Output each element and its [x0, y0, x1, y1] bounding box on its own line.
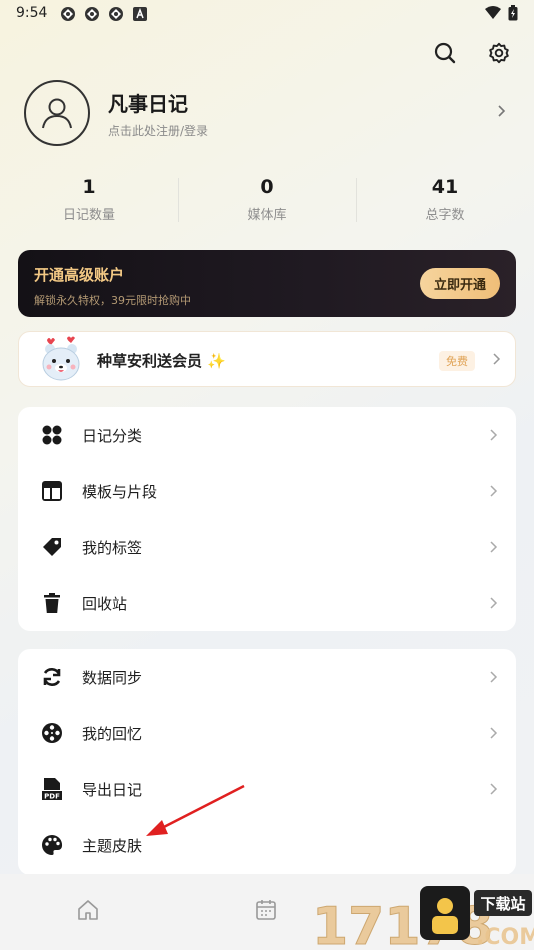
premium-banner[interactable]: 开通高级账户 解锁永久特权，39元限时抢购中 立即开通: [18, 250, 516, 317]
film-reel-icon: [40, 721, 64, 745]
menu-item-label: 导出日记: [82, 781, 143, 799]
menu-item-templates[interactable]: 模板与片段: [18, 463, 516, 519]
user-icon: [42, 98, 72, 129]
app-notification-icon: [109, 7, 123, 21]
menu-item-label: 回收站: [82, 595, 128, 613]
stat-value: 0: [260, 176, 274, 198]
free-badge: 免费: [439, 351, 475, 371]
battery-icon: [508, 5, 518, 21]
search-button[interactable]: [430, 38, 460, 68]
menu-item-diary-categories[interactable]: 日记分类: [18, 407, 516, 463]
chevron-right-icon: [490, 597, 498, 609]
chevron-right-icon: [490, 541, 498, 553]
stat-word-count[interactable]: 41 总字数: [356, 176, 534, 228]
tag-icon: [40, 535, 64, 559]
grid-icon: [40, 423, 64, 447]
stat-media-library[interactable]: 0 媒体库: [178, 176, 356, 228]
menu-item-label: 日记分类: [82, 427, 143, 445]
pdf-icon: PDF: [40, 777, 64, 801]
menu-card-library: 日记分类 模板与片段 我的标签 回收站: [18, 407, 516, 631]
watermark-domain: .COM: [476, 925, 534, 950]
annotation-arrow-icon: [146, 784, 245, 836]
site-watermark: 17178 下载站 .COM: [312, 882, 534, 950]
menu-item-label: 我的回忆: [82, 725, 143, 743]
chevron-right-icon: [490, 783, 498, 795]
tab-home[interactable]: [76, 898, 100, 926]
notification-icons: [60, 6, 148, 22]
profile-name: 凡事日记: [108, 92, 188, 116]
stat-diary-count[interactable]: 1 日记数量: [0, 176, 178, 228]
stat-value: 1: [82, 176, 96, 198]
watermark-badge: 下载站: [480, 895, 525, 913]
top-actions: [430, 38, 514, 68]
svg-text:PDF: PDF: [44, 793, 60, 801]
chevron-right-icon: [493, 353, 501, 365]
search-icon: [434, 42, 456, 64]
wifi-icon: [485, 6, 501, 19]
menu-item-label: 模板与片段: [82, 483, 158, 501]
stat-label: 总字数: [425, 208, 465, 223]
home-icon: [78, 900, 98, 920]
menu-item-label: 主题皮肤: [82, 837, 143, 855]
chevron-right-icon: [490, 429, 498, 441]
sparkle-icon: ✨: [207, 352, 226, 370]
menu-item-export-diary[interactable]: PDF 导出日记: [18, 761, 516, 817]
app-notification-icon: [85, 7, 99, 21]
stat-label: 媒体库: [247, 208, 287, 223]
menu-item-my-tags[interactable]: 我的标签: [18, 519, 516, 575]
stat-value: 41: [431, 176, 459, 198]
premium-subtitle: 解锁永久特权，39元限时抢购中: [34, 294, 191, 307]
bear-mascot-icon: [42, 336, 80, 381]
menu-item-label: 我的标签: [82, 539, 143, 557]
menu-item-label: 数据同步: [82, 669, 143, 687]
chevron-right-icon: [498, 105, 506, 117]
watermark-logo: 17178 下载站 .COM: [312, 886, 534, 950]
settings-button[interactable]: [484, 38, 514, 68]
template-icon: [40, 479, 64, 503]
promo-card[interactable]: 种草安利送会员 ✨ 免费: [18, 331, 516, 387]
status-indicators: [484, 5, 518, 21]
tab-calendar[interactable]: [254, 898, 278, 926]
palette-icon: [40, 833, 64, 857]
chevron-right-icon: [490, 727, 498, 739]
sync-icon: [40, 665, 64, 689]
gear-icon: [489, 42, 509, 64]
menu-item-my-memories[interactable]: 我的回忆: [18, 705, 516, 761]
status-time: 9:54: [16, 5, 48, 21]
menu-card-tools: 数据同步 我的回忆 PDF 导出日记 主题皮肤: [18, 649, 516, 875]
menu-item-theme-skin[interactable]: 主题皮肤: [18, 817, 516, 873]
profile-header[interactable]: 凡事日记 点击此处注册/登录: [24, 80, 510, 152]
a-box-icon: [133, 7, 147, 21]
app-notification-icon: [61, 7, 75, 21]
chevron-right-icon: [490, 671, 498, 683]
promo-label: 种草安利送会员: [97, 352, 203, 370]
status-bar: 9:54: [0, 0, 534, 28]
menu-item-data-sync[interactable]: 数据同步: [18, 649, 516, 705]
menu-item-recycle-bin[interactable]: 回收站: [18, 575, 516, 631]
stat-label: 日记数量: [62, 208, 115, 223]
chevron-right-icon: [490, 485, 498, 497]
promo-text: 种草安利送会员 ✨: [97, 350, 226, 371]
stats-row: 1 日记数量 0 媒体库 41 总字数: [0, 176, 534, 228]
activate-now-button[interactable]: 立即开通: [420, 268, 500, 299]
login-prompt[interactable]: 点击此处注册/登录: [108, 122, 208, 139]
avatar[interactable]: [24, 80, 90, 146]
trash-icon: [40, 591, 64, 615]
premium-title: 开通高级账户: [34, 266, 125, 284]
calendar-icon: [256, 900, 276, 920]
